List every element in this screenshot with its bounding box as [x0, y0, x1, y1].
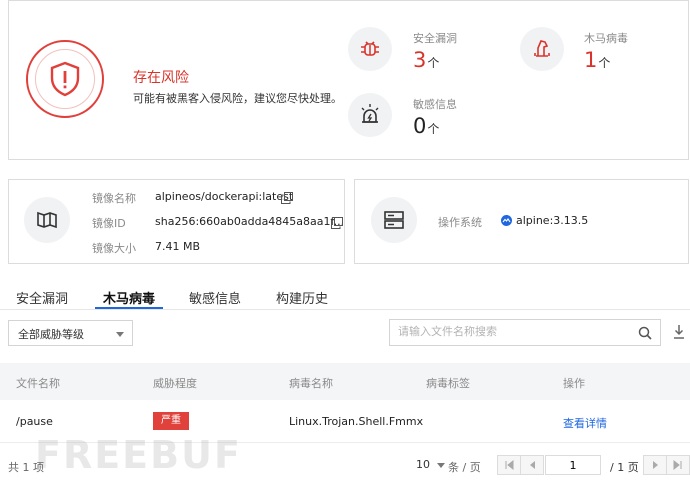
tab-sensitive-info[interactable]: 敏感信息	[189, 288, 241, 307]
os-label: 操作系统	[438, 216, 482, 229]
row-file-name: /pause	[16, 415, 53, 428]
prev-page-icon	[530, 461, 535, 469]
bug-icon	[361, 41, 379, 56]
warning-shield-icon	[50, 61, 80, 97]
server-icon	[384, 211, 404, 229]
copy-id-icon[interactable]	[331, 217, 343, 229]
trojan-count-unit: 个	[598, 56, 611, 70]
download-icon[interactable]	[672, 324, 686, 340]
threat-level-select[interactable]: 全部威胁等级	[8, 320, 133, 346]
search-icon[interactable]	[638, 326, 652, 340]
copy-name-icon[interactable]	[281, 192, 293, 204]
col-action: 操作	[563, 377, 585, 390]
sensitive-label: 敏感信息	[413, 98, 457, 111]
alarm-light-icon	[361, 104, 379, 123]
next-page-icon	[653, 461, 658, 469]
vuln-label: 安全漏洞	[413, 32, 457, 45]
first-page-button[interactable]	[497, 455, 521, 475]
vuln-count: 3个	[413, 49, 439, 74]
image-id-label: 镜像ID	[92, 217, 126, 230]
chevron-down-icon	[116, 332, 124, 337]
image-name-value: alpineos/dockerapi:latest	[155, 190, 294, 203]
tab-divider	[0, 309, 690, 310]
image-id-value: sha256:660ab0adda4845a8aa1f...	[155, 215, 345, 228]
alpine-logo-icon	[501, 215, 512, 226]
file-search-input[interactable]	[398, 325, 628, 338]
trojan-label: 木马病毒	[584, 32, 628, 45]
page-number-input[interactable]	[545, 455, 601, 475]
trojan-count: 1个	[584, 49, 610, 74]
col-file-name: 文件名称	[16, 377, 60, 390]
book-icon	[37, 211, 57, 229]
tab-trojans[interactable]: 木马病毒	[103, 288, 155, 307]
sensitive-count-unit: 个	[427, 122, 440, 136]
threat-level-selected: 全部威胁等级	[18, 328, 84, 341]
view-details-link[interactable]: 查看详情	[563, 415, 607, 431]
file-search-box[interactable]	[389, 319, 661, 346]
page-size-value: 10	[416, 458, 430, 471]
tab-build-history[interactable]: 构建历史	[276, 288, 328, 307]
sensitive-count: 0个	[413, 115, 439, 140]
vuln-count-value: 3	[413, 48, 427, 72]
first-page-icon	[505, 459, 514, 471]
severity-badge: 严重	[153, 412, 189, 430]
risk-title: 存在风险	[133, 70, 189, 86]
next-page-button[interactable]	[643, 455, 667, 475]
vuln-count-unit: 个	[427, 56, 440, 70]
watermark-text: FREEBUF	[35, 433, 242, 477]
sensitive-count-value: 0	[413, 114, 427, 138]
col-virus-name: 病毒名称	[289, 377, 333, 390]
last-page-icon	[673, 459, 682, 471]
page-size-select[interactable]: 10	[416, 458, 445, 471]
page-size-caret-icon	[436, 462, 445, 468]
total-pages: / 1 页	[610, 461, 639, 474]
trojan-horse-icon	[534, 40, 550, 57]
trojan-count-value: 1	[584, 48, 598, 72]
per-page-unit: 条 / 页	[448, 461, 481, 474]
image-name-label: 镜像名称	[92, 192, 136, 205]
total-count: 共 1 项	[8, 461, 44, 474]
risk-summary-panel	[8, 0, 689, 160]
risk-description: 可能有被黑客入侵风险，建议您尽快处理。	[133, 92, 342, 105]
image-size-label: 镜像大小	[92, 242, 136, 255]
os-value: alpine:3.13.5	[516, 214, 589, 227]
tab-vulnerabilities[interactable]: 安全漏洞	[16, 288, 68, 307]
prev-page-button[interactable]	[520, 455, 544, 475]
col-threat-level: 威胁程度	[153, 377, 197, 390]
last-page-button[interactable]	[666, 455, 690, 475]
active-tab-indicator	[95, 307, 163, 309]
col-virus-tag: 病毒标签	[426, 377, 470, 390]
row-virus-name: Linux.Trojan.Shell.Fmmx	[289, 415, 424, 428]
table-header	[0, 363, 690, 400]
image-size-value: 7.41 MB	[155, 240, 201, 253]
